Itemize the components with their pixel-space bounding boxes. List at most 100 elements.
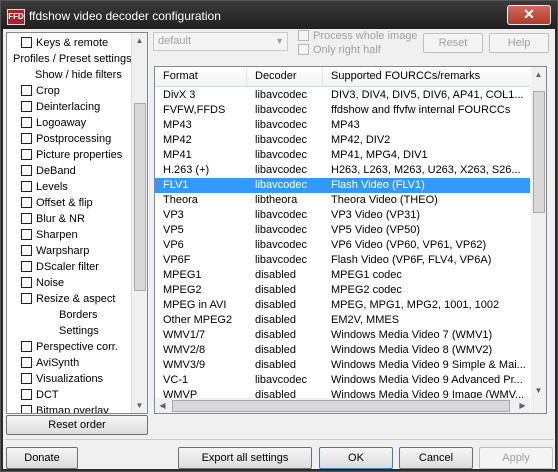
table-row[interactable]: VC-1 libavcodec Windows Media Video 9 Adva… [155, 373, 530, 388]
table-row[interactable]: VP3 libavcodec VP3 Video (VP31) [155, 208, 530, 223]
table-row[interactable]: WMV1/7 disabled Windows Media Video 7 (WMV… [155, 328, 530, 343]
table-row[interactable]: Theora libtheora Theora Video (THEO) [155, 193, 530, 208]
tree-item[interactable]: Blur & NR [21, 211, 85, 227]
decoder-format-list[interactable]: Format Decoder Supported FOURCCs/remarks… [154, 66, 547, 414]
tree-item[interactable]: Show / hide filters [35, 67, 122, 83]
remarks-cell: Windows Media Video 9 Advanced Pr... [331, 374, 523, 386]
donate-button[interactable]: Donate [6, 447, 78, 469]
only-right-half-option: Only right half [298, 44, 381, 56]
tree-item-label: Bitmap overlay [36, 405, 109, 414]
scroll-up-arrow-icon[interactable]: ▲ [132, 33, 147, 48]
filter-enable-checkbox[interactable] [21, 149, 32, 160]
filter-enable-checkbox[interactable] [21, 341, 32, 352]
tree-item[interactable]: Crop [21, 83, 60, 99]
tree-item[interactable]: Sharpen [21, 227, 78, 243]
table-row[interactable]: MPEG1 disabled MPEG1 codec [155, 268, 530, 283]
table-row[interactable]: MP43 libavcodec MP43 [155, 118, 530, 133]
tree-vertical-scrollbar[interactable]: ▲ ▼ [131, 33, 147, 413]
format-cell: VP5 [163, 224, 184, 236]
table-row[interactable]: FVFW,FFDS libavcodec ffdshow and ffvfw int… [155, 103, 530, 118]
tree-item[interactable]: DScaler filter [21, 259, 99, 275]
table-row[interactable]: FLV1 libavcodec Flash Video (FLV1) [155, 178, 530, 193]
tree-item[interactable]: Visualizations [21, 371, 103, 387]
filter-enable-checkbox[interactable] [21, 261, 32, 272]
scroll-right-arrow-icon[interactable]: ▶ [515, 398, 530, 413]
filter-enable-checkbox[interactable] [21, 373, 32, 384]
filter-enable-checkbox[interactable] [21, 197, 32, 208]
export-all-settings-button[interactable]: Export all settings [178, 447, 312, 469]
table-row[interactable]: MP41 libavcodec MP41, MPG4, DIV1 [155, 148, 530, 163]
tree-item[interactable]: DCT [21, 387, 59, 403]
filter-enable-checkbox[interactable] [21, 165, 32, 176]
tree-item[interactable]: Picture properties [21, 147, 122, 163]
filter-enable-checkbox[interactable] [21, 405, 32, 413]
reset-order-button[interactable]: Reset order [6, 415, 148, 435]
tree-item[interactable]: Logoaway [21, 115, 86, 131]
filter-enable-checkbox[interactable] [21, 101, 32, 112]
filter-enable-checkbox[interactable] [21, 85, 32, 96]
decoder-cell: libavcodec [255, 179, 307, 191]
tree-item[interactable]: Warpsharp [21, 243, 89, 259]
close-button[interactable]: ✕ [507, 5, 551, 25]
table-row[interactable]: MPEG2 disabled MPEG2 codec [155, 283, 530, 298]
format-cell: MP42 [163, 134, 192, 146]
tree-scroll-thumb[interactable] [134, 103, 146, 291]
scroll-down-arrow-icon[interactable]: ▼ [531, 383, 546, 398]
tree-item-label: Settings [59, 325, 99, 337]
filter-enable-checkbox[interactable] [21, 293, 32, 304]
filter-enable-checkbox[interactable] [21, 37, 32, 48]
table-row[interactable]: MP42 libavcodec MP42, DIV2 [155, 133, 530, 148]
tree-item[interactable]: Settings [59, 323, 99, 339]
scroll-up-arrow-icon[interactable]: ▲ [531, 67, 546, 82]
tree-item[interactable]: Bitmap overlay [21, 403, 109, 414]
filter-enable-checkbox[interactable] [21, 357, 32, 368]
filter-enable-checkbox[interactable] [21, 213, 32, 224]
tree-item[interactable]: Offset & flip [21, 195, 93, 211]
table-row[interactable]: MPEG in AVI disabled MPEG, MPG1, MPG2, 100… [155, 298, 530, 313]
table-row[interactable]: VP6F libavcodec Flash Video (VP6F, FLV4, V… [155, 253, 530, 268]
tree-item[interactable]: Levels [21, 179, 68, 195]
filter-enable-checkbox[interactable] [21, 117, 32, 128]
tree-item[interactable]: Profiles / Preset settings [13, 51, 132, 67]
table-row[interactable]: VP6 libavcodec VP6 Video (VP60, VP61, VP62… [155, 238, 530, 253]
tree-item[interactable]: Noise [21, 275, 64, 291]
table-row[interactable]: Other MPEG2 disabled EM2V, MMES [155, 313, 530, 328]
cancel-button[interactable]: Cancel [399, 447, 473, 469]
list-header: Format Decoder Supported FOURCCs/remarks [155, 67, 530, 87]
filter-enable-checkbox[interactable] [21, 277, 32, 288]
format-cell: Theora [163, 194, 198, 206]
column-header-decoder[interactable]: Decoder [247, 67, 323, 86]
scroll-left-arrow-icon[interactable]: ◀ [155, 398, 170, 413]
list-vscroll-thumb[interactable] [533, 91, 545, 213]
tree-item[interactable]: Postprocessing [21, 131, 111, 147]
list-hscroll-thumb[interactable] [172, 400, 510, 412]
tree-item[interactable]: AviSynth [21, 355, 79, 371]
tree-item[interactable]: Perspective corr. [21, 339, 118, 355]
tree-item[interactable]: Borders [59, 307, 98, 323]
filter-enable-checkbox[interactable] [21, 133, 32, 144]
tree-item[interactable]: Resize & aspect [21, 291, 115, 307]
list-vertical-scrollbar[interactable]: ▲ ▼ [531, 67, 546, 398]
list-horizontal-scrollbar[interactable]: ◀ ▶ [155, 398, 530, 413]
table-row[interactable]: VP5 libavcodec VP5 Video (VP50) [155, 223, 530, 238]
remarks-cell: Windows Media Video 9 Simple & Mai... [331, 359, 526, 371]
filter-enable-checkbox[interactable] [21, 389, 32, 400]
ok-button[interactable]: OK [319, 447, 393, 469]
column-header-remarks[interactable]: Supported FOURCCs/remarks [323, 67, 530, 86]
tree-item[interactable]: Deinterlacing [21, 99, 100, 115]
tree-item[interactable]: Keys & remote [21, 35, 108, 51]
tree-item[interactable]: DeBand [21, 163, 76, 179]
tree-item-label: Keys & remote [36, 37, 109, 49]
settings-tree[interactable]: Bitmap overlay DCT Visualizations AviSynth P… [6, 32, 148, 414]
title-bar[interactable]: FFD ffdshow video decoder configuration … [1, 1, 557, 31]
table-row[interactable]: H.263 (+) libavcodec H263, L263, M263, U26… [155, 163, 530, 178]
table-row[interactable]: DivX 3 libavcodec DIV3, DIV4, DIV5, DIV6, … [155, 88, 530, 103]
table-row[interactable]: WMV2/8 disabled Windows Media Video 8 (WMV… [155, 343, 530, 358]
scroll-down-arrow-icon[interactable]: ▼ [132, 398, 147, 413]
filter-enable-checkbox[interactable] [21, 181, 32, 192]
filter-enable-checkbox[interactable] [21, 245, 32, 256]
filter-enable-checkbox[interactable] [21, 229, 32, 240]
format-cell: FVFW,FFDS [163, 104, 226, 116]
table-row[interactable]: WMV3/9 disabled Windows Media Video 9 Simp… [155, 358, 530, 373]
column-header-format[interactable]: Format [155, 67, 247, 86]
